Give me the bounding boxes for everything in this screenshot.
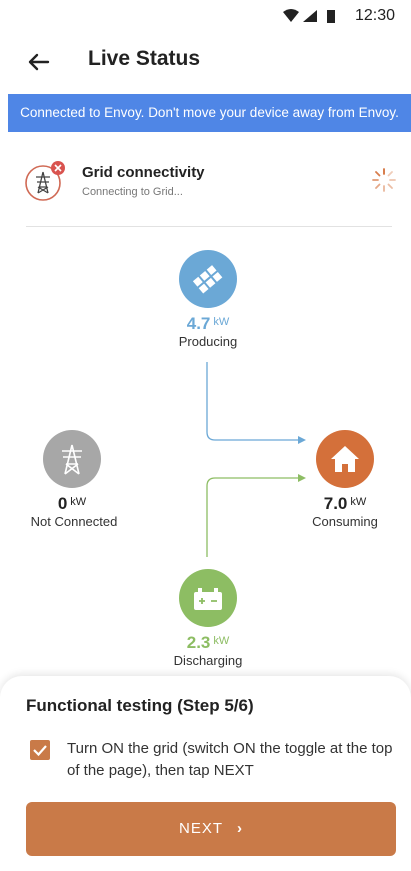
status-icons xyxy=(283,9,335,23)
app-bar: Live Status xyxy=(0,34,411,90)
home-node xyxy=(316,430,374,488)
connection-banner: Connected to Envoy. Don't move your devi… xyxy=(8,94,411,132)
grid-unit: kW xyxy=(70,496,87,508)
battery-to-home-line xyxy=(206,477,300,557)
next-button-label: NEXT xyxy=(178,820,223,837)
consuming-label: Consuming xyxy=(312,514,378,529)
page-title: Live Status xyxy=(88,47,201,70)
grid-connectivity-row: Grid connectivity Connecting to Grid... xyxy=(22,152,402,208)
signal-icon xyxy=(303,10,317,22)
consuming-value: 7.0 kW xyxy=(296,494,394,514)
producing-value: 4.7 kW xyxy=(160,314,256,334)
consuming-number: 7.0 xyxy=(323,494,348,513)
grid-tower-icon xyxy=(25,161,65,201)
checkbox-label: Turn ON the grid (switch ON the toggle a… xyxy=(67,740,393,779)
solar-node xyxy=(179,250,237,308)
power-tower-icon xyxy=(62,444,82,475)
sheet-title: Functional testing (Step 5/6) xyxy=(26,696,254,715)
status-bar: 12:30 xyxy=(0,0,411,34)
loading-spinner-icon xyxy=(372,168,396,192)
battery-to-home-arrow xyxy=(298,474,306,482)
battery-icon xyxy=(327,10,335,23)
battery-label: Discharging xyxy=(173,653,243,668)
grid-connectivity-subtitle: Connecting to Grid... xyxy=(82,186,183,198)
battery-storage-icon xyxy=(194,588,222,610)
grid-label: Not Connected xyxy=(30,514,118,529)
checkmark-icon xyxy=(33,745,47,757)
solar-panel-icon xyxy=(192,265,223,294)
grid-connectivity-title: Grid connectivity xyxy=(82,164,205,181)
producing-number: 4.7 xyxy=(186,314,211,333)
home-icon xyxy=(331,446,359,472)
solar-to-home-arrow xyxy=(298,436,306,444)
clock: 12:30 xyxy=(354,7,395,24)
grid-value: 0 kW xyxy=(24,494,120,514)
grid-node xyxy=(43,430,101,488)
grid-number: 0 xyxy=(57,494,68,513)
producing-label: Producing xyxy=(178,334,238,349)
grid-on-checkbox[interactable] xyxy=(30,740,50,760)
back-arrow-icon[interactable] xyxy=(22,46,54,78)
wifi-icon xyxy=(283,9,299,22)
consuming-unit: kW xyxy=(350,496,367,508)
battery-node xyxy=(179,569,237,627)
divider xyxy=(26,226,392,227)
battery-number: 2.3 xyxy=(186,633,211,652)
battery-unit: kW xyxy=(213,635,230,647)
producing-unit: kW xyxy=(213,316,230,328)
functional-testing-sheet: Functional testing (Step 5/6) Turn ON th… xyxy=(0,676,411,871)
chevron-right-icon: › xyxy=(237,820,243,837)
battery-value: 2.3 kW xyxy=(160,633,256,653)
solar-to-home-line xyxy=(206,362,300,441)
next-button[interactable]: NEXT › xyxy=(26,802,396,856)
